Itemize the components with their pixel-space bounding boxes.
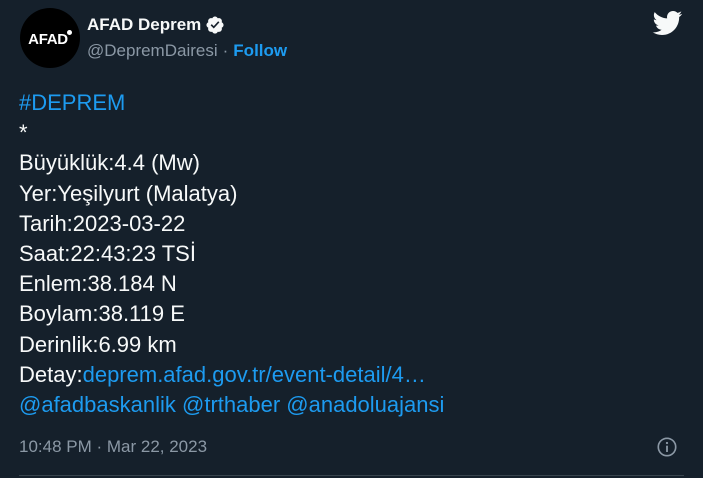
longitude-line: Boylam:38.119 E (19, 301, 185, 327)
tweet-text: #DEPREM * Büyüklük:4.4 (Mw) Yer:Yeşilyur… (19, 88, 444, 420)
divider (19, 475, 684, 476)
verified-badge-icon (205, 15, 225, 35)
hashtag-link[interactable]: #DEPREM (19, 90, 125, 115)
display-name[interactable]: AFAD Deprem (87, 15, 201, 35)
name-row: AFAD Deprem (87, 13, 225, 37)
date-line: Tarih:2023-03-22 (19, 210, 186, 236)
follow-button[interactable]: Follow (233, 41, 287, 61)
twitter-bird-icon[interactable] (651, 10, 683, 36)
magnitude-line: Büyüklük:4.4 (Mw) (19, 150, 200, 176)
mention-link[interactable]: @anadoluajansi (286, 392, 444, 417)
info-icon[interactable] (656, 436, 678, 458)
depth-line: Derinlik:6.99 km (19, 331, 177, 357)
asterisk-line: * (19, 120, 28, 146)
detail-prefix: Detay: (19, 361, 83, 387)
avatar-logo-mark (67, 30, 72, 35)
tweet-timestamp[interactable]: 10:48 PM · Mar 22, 2023 (19, 436, 207, 458)
mention-link[interactable]: @trthaber (182, 392, 280, 417)
time-line: Saat:22:43:23 TSİ (19, 240, 196, 266)
separator-dot: · (222, 41, 229, 60)
mentions-line: @afadbaskanlik @trthaber @anadoluajansi (19, 390, 444, 420)
avatar[interactable]: AFAD (20, 8, 80, 68)
mention-link[interactable]: @afadbaskanlik (19, 392, 176, 417)
avatar-logo-text: AFAD (28, 30, 68, 48)
detail-link[interactable]: deprem.afad.gov.tr/event-detail/4… (83, 362, 426, 387)
account-handle[interactable]: @DepremDairesi (87, 41, 218, 61)
handle-row: @DepremDairesi · Follow (87, 40, 287, 62)
latitude-line: Enlem:38.184 N (19, 271, 177, 297)
detail-line: Detay:deprem.afad.gov.tr/event-detail/4… (19, 360, 444, 390)
location-line: Yer:Yeşilyurt (Malatya) (19, 180, 238, 206)
